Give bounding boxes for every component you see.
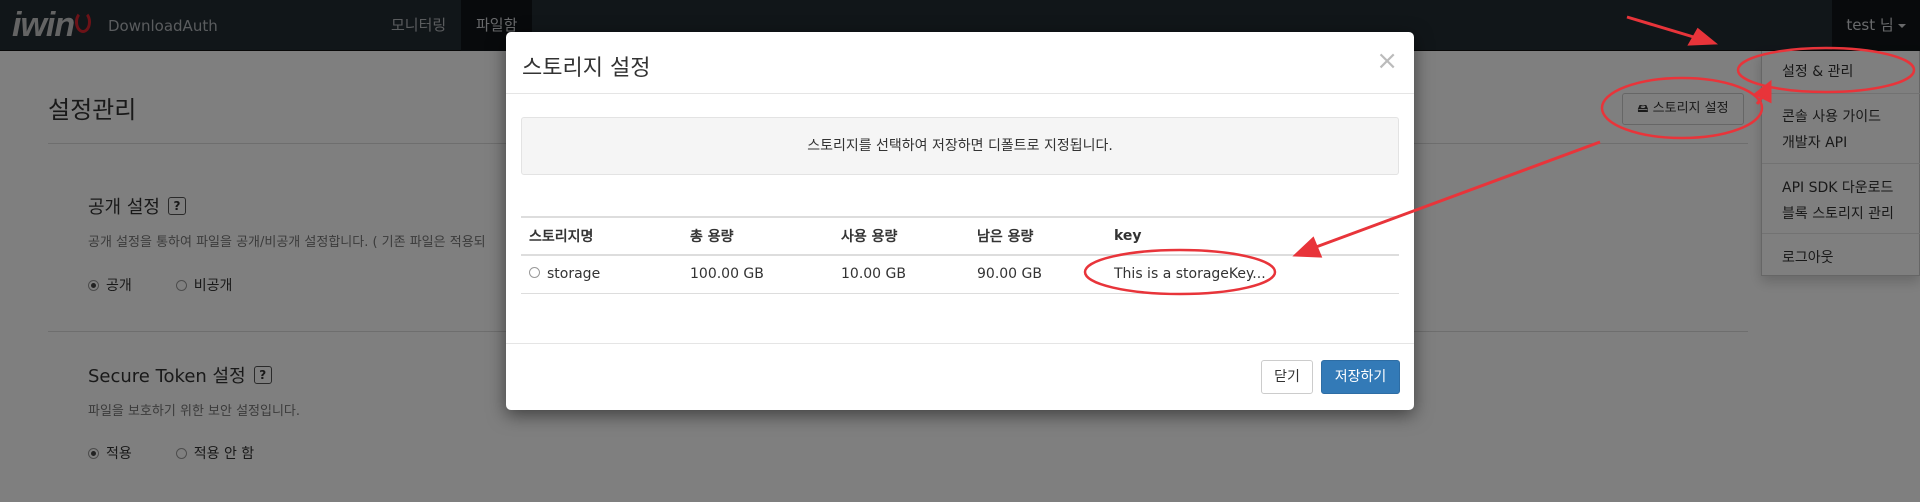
table-row[interactable]: storage 100.00 GB 10.00 GB 90.00 GB This…: [521, 255, 1399, 294]
col-remaining: 남은 용량: [969, 216, 1106, 256]
cell-key: This is a storageKey...: [1106, 255, 1399, 294]
storage-settings-modal: 스토리지 설정 × 스토리지를 선택하여 저장하면 디폴트로 지정됩니다. 스토…: [506, 32, 1414, 410]
close-button[interactable]: 닫기: [1261, 360, 1313, 394]
cell-storage-name: storage: [521, 255, 682, 294]
notice-well: 스토리지를 선택하여 저장하면 디폴트로 지정됩니다.: [521, 117, 1399, 175]
modal-footer-divider: [506, 343, 1414, 344]
modal-header-divider: [506, 93, 1414, 94]
storage-radio[interactable]: [529, 267, 540, 279]
col-total: 총 용량: [682, 216, 833, 256]
table-header-row: 스토리지명 총 용량 사용 용량 남은 용량 key: [521, 216, 1399, 256]
close-icon[interactable]: ×: [1376, 46, 1398, 76]
storage-name: storage: [547, 266, 601, 283]
cell-remaining: 90.00 GB: [969, 255, 1106, 294]
col-used: 사용 용량: [833, 216, 969, 256]
storage-table: 스토리지명 총 용량 사용 용량 남은 용량 key storage 100.0…: [521, 216, 1399, 294]
col-key: key: [1106, 216, 1399, 256]
cell-total: 100.00 GB: [682, 255, 833, 294]
save-button[interactable]: 저장하기: [1321, 360, 1400, 394]
modal-title: 스토리지 설정: [522, 56, 651, 81]
col-storage-name: 스토리지명: [521, 216, 682, 256]
cell-used: 10.00 GB: [833, 255, 969, 294]
